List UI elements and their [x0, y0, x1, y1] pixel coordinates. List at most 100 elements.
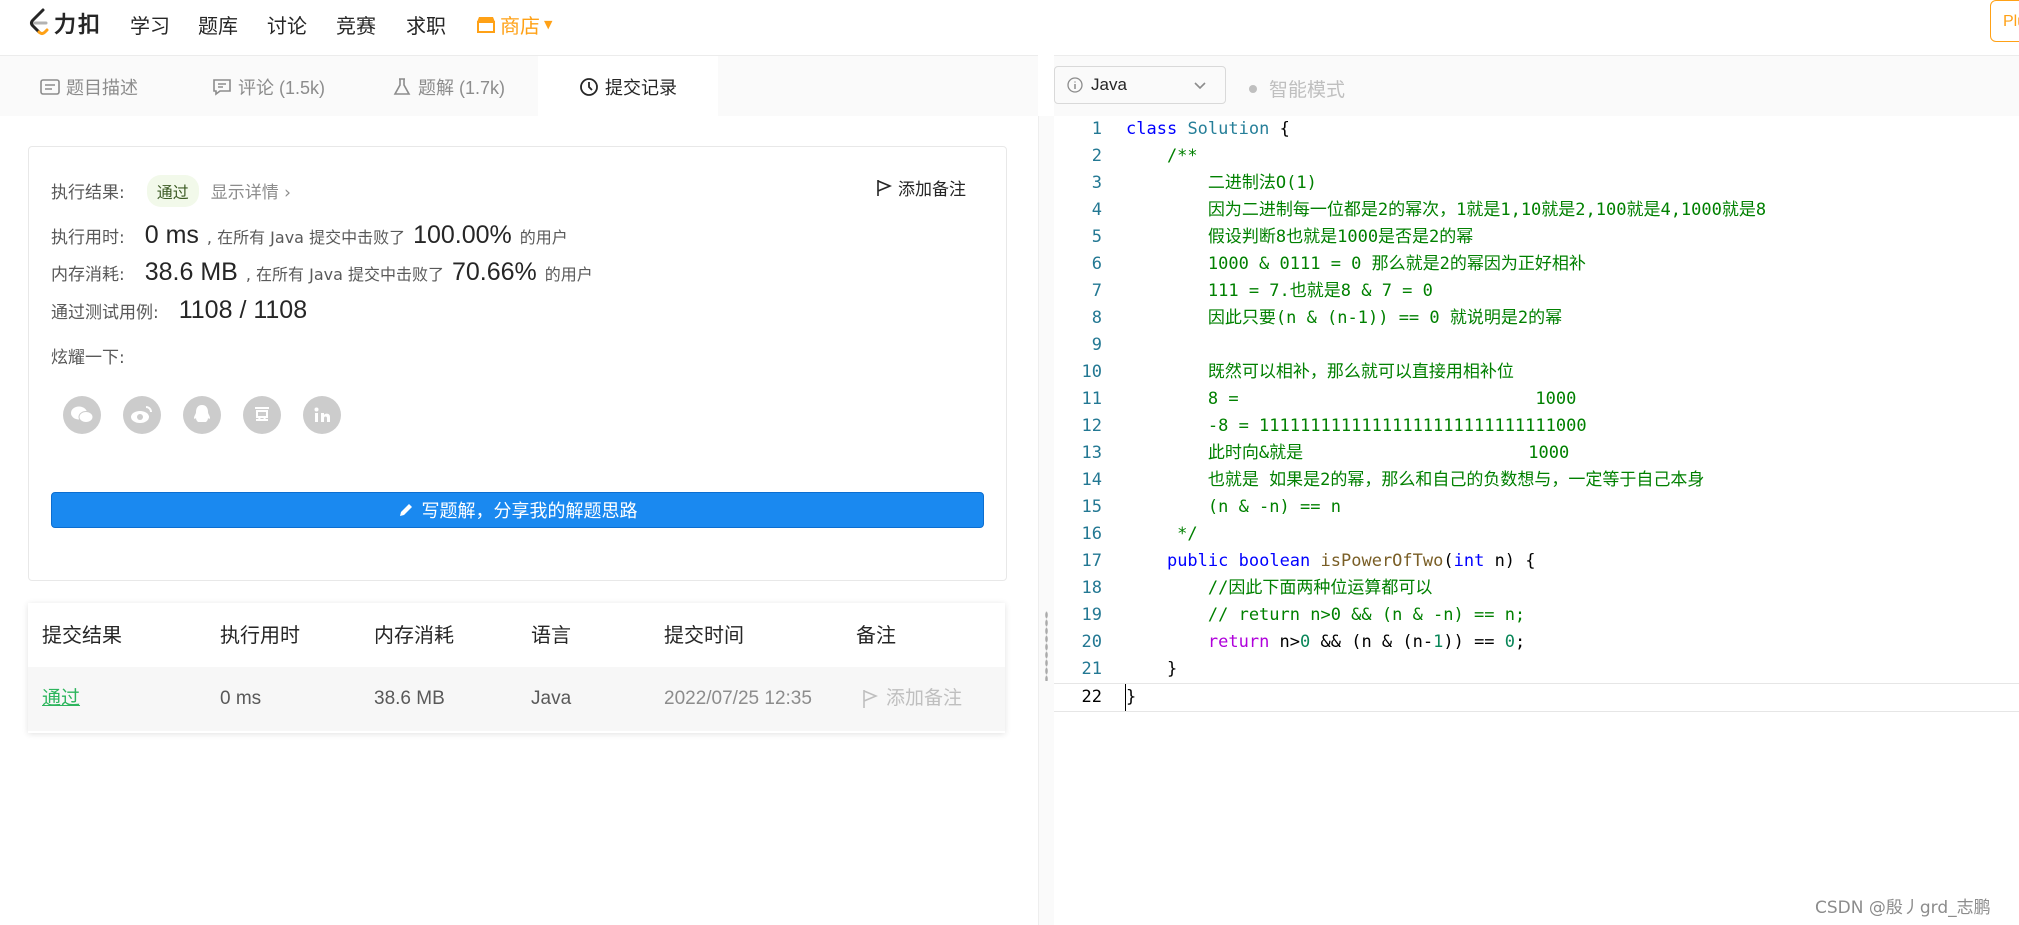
line-number: 22	[1081, 687, 1102, 707]
smart-mode-toggle[interactable]: 智能模式	[1249, 75, 1345, 102]
runtime-value: 0 ms	[144, 221, 199, 249]
memory-value: 38.6 MB	[144, 258, 238, 286]
runtime-row: 执行用时: 0 ms , 在所有 Java 提交中击败了 100.00% 的用户	[51, 221, 568, 250]
runtime-tail: 的用户	[519, 228, 568, 247]
line-number: 5	[1091, 227, 1102, 247]
code-line: 18 //因此下面两种位运算都可以	[1054, 575, 2019, 602]
testcases-label: 通过测试用例:	[51, 303, 159, 323]
show-detail-link[interactable]: 显示详情 ›	[211, 178, 291, 203]
linkedin-icon[interactable]	[303, 396, 341, 434]
nav-discuss[interactable]: 讨论	[267, 10, 307, 39]
tab-label: 题解 (1.7k)	[418, 77, 506, 98]
code-line: 1 class Solution {	[1054, 116, 2019, 143]
line-number: 8	[1091, 308, 1102, 328]
line-number: 14	[1081, 470, 1102, 490]
douban-icon[interactable]	[243, 396, 281, 434]
submissions-table: 提交结果 执行用时 内存消耗 语言 提交时间 备注 通过 0 ms 38.6 M…	[28, 603, 1005, 733]
row-add-note-button[interactable]: 添加备注	[862, 667, 962, 731]
add-note-label: 添加备注	[898, 180, 966, 200]
line-number: 1	[1091, 119, 1102, 139]
tab-description[interactable]: 题目描述	[40, 56, 200, 117]
share-buttons	[63, 396, 341, 434]
memory-percentile: 70.66%	[452, 258, 537, 286]
nav-jobs[interactable]: 求职	[406, 10, 446, 39]
drag-handle-icon[interactable]	[1045, 611, 1048, 681]
row-add-note-label: 添加备注	[886, 688, 963, 709]
tab-label: 评论 (1.5k)	[238, 77, 326, 98]
code-line: 2 /**	[1054, 143, 2019, 170]
column-header: 提交时间	[664, 623, 744, 647]
code-line: 19 // return n>0 && (n & -n) == n;	[1054, 602, 2019, 629]
comment-icon	[213, 78, 231, 96]
nav-contest[interactable]: 竞赛	[336, 10, 376, 39]
share-label: 炫耀一下:	[51, 348, 125, 368]
code-line-current: 22}	[1054, 683, 2019, 712]
code-line: 14 也就是 如果是2的幂，那么和自己的负数想与，一定等于自己本身	[1054, 467, 2019, 494]
column-header: 语言	[531, 623, 571, 647]
result-card: 执行结果: 通过 显示详情 › 添加备注 执行用时: 0 ms , 在所有 Ja…	[28, 146, 1007, 581]
runtime-percentile: 100.00%	[413, 221, 512, 249]
info-icon	[1067, 77, 1083, 93]
code-line: 5 假设判断8也就是1000是否是2的幂	[1054, 224, 2019, 251]
runtime-beats-text: , 在所有 Java 提交中击败了	[206, 228, 406, 247]
code-line: 20 return n>0 && (n & (n-1)) == 0;	[1054, 629, 2019, 656]
line-number: 9	[1091, 335, 1102, 355]
exec-result-label: 执行结果:	[51, 183, 125, 203]
problem-tabs: 题目描述 评论 (1.5k) 题解 (1.7k) 提交记录	[0, 55, 1038, 117]
flag-icon	[863, 690, 878, 708]
nav-store[interactable]: 商店 ▼	[476, 10, 552, 39]
line-number: 12	[1081, 416, 1102, 436]
code-line: 4 因为二进制每一位都是2的幂次，1就是1,10就是2,100就是4,1000就…	[1054, 197, 2019, 224]
wechat-icon[interactable]	[63, 396, 101, 434]
status-badge: 通过	[146, 175, 199, 207]
code-line: 21 }	[1054, 656, 2019, 683]
add-note-button[interactable]: 添加备注	[876, 175, 966, 200]
code-line: 13 此时向&就是 1000	[1054, 440, 2019, 467]
qq-icon[interactable]	[183, 396, 221, 434]
testcases-row: 通过测试用例: 1108 / 1108	[51, 296, 315, 325]
flask-icon	[393, 77, 411, 95]
nav-learn[interactable]: 学习	[130, 10, 170, 39]
testcases-value: 1108 / 1108	[178, 296, 308, 324]
chevron-down-icon: ▼	[544, 18, 553, 31]
line-number: 2	[1091, 146, 1102, 166]
code-editor[interactable]: 1 class Solution { 2 /** 3 二进制法O(1) 4 因为二…	[1054, 116, 2019, 925]
column-header: 内存消耗	[374, 623, 454, 647]
line-number: 11	[1081, 389, 1102, 409]
line-number: 3	[1091, 173, 1102, 193]
language-select[interactable]: Java	[1054, 66, 1226, 104]
memory-label: 内存消耗:	[51, 265, 125, 285]
column-header: 提交结果	[42, 623, 122, 647]
line-number: 10	[1081, 362, 1102, 382]
code-line: 9	[1054, 332, 2019, 359]
write-solution-button[interactable]: 写题解，分享我的解题思路	[51, 492, 984, 528]
runtime-cell: 0 ms	[220, 688, 262, 709]
store-label: 商店	[500, 14, 540, 38]
clock-icon	[580, 77, 598, 96]
exec-result-row: 执行结果: 通过 显示详情 ›	[51, 175, 291, 207]
weibo-icon[interactable]	[123, 396, 161, 434]
column-header: 备注	[856, 623, 896, 647]
tab-submissions[interactable]: 提交记录	[538, 56, 718, 117]
table-row[interactable]: 通过 0 ms 38.6 MB Java 2022/07/25 12:35 添加…	[28, 667, 1005, 731]
tab-solutions[interactable]: 题解 (1.7k)	[392, 56, 552, 117]
line-number: 4	[1091, 200, 1102, 220]
share-row: 炫耀一下:	[51, 343, 125, 368]
code-line: 8 因此只要(n & (n-1)) == 0 就说明是2的幂	[1054, 305, 2019, 332]
tab-comments[interactable]: 评论 (1.5k)	[212, 56, 372, 117]
line-number: 19	[1081, 605, 1102, 625]
column-header: 执行用时	[220, 623, 300, 647]
language-cell: Java	[531, 688, 572, 709]
plus-button[interactable]: Plu	[1990, 0, 2019, 42]
code-line: 10 既然可以相补，那么就可以直接用相补位	[1054, 359, 2019, 386]
line-number: 18	[1081, 578, 1102, 598]
line-number: 20	[1081, 632, 1102, 652]
chevron-down-icon	[1194, 82, 1206, 90]
result-link[interactable]: 通过	[42, 667, 80, 731]
line-number: 13	[1081, 443, 1102, 463]
leetcode-logo[interactable]: 力扣	[26, 6, 102, 40]
line-number: 16	[1081, 524, 1102, 544]
nav-problemset[interactable]: 题库	[198, 10, 238, 39]
line-number: 15	[1081, 497, 1102, 517]
submitted-time-cell: 2022/07/25 12:35	[664, 688, 812, 709]
